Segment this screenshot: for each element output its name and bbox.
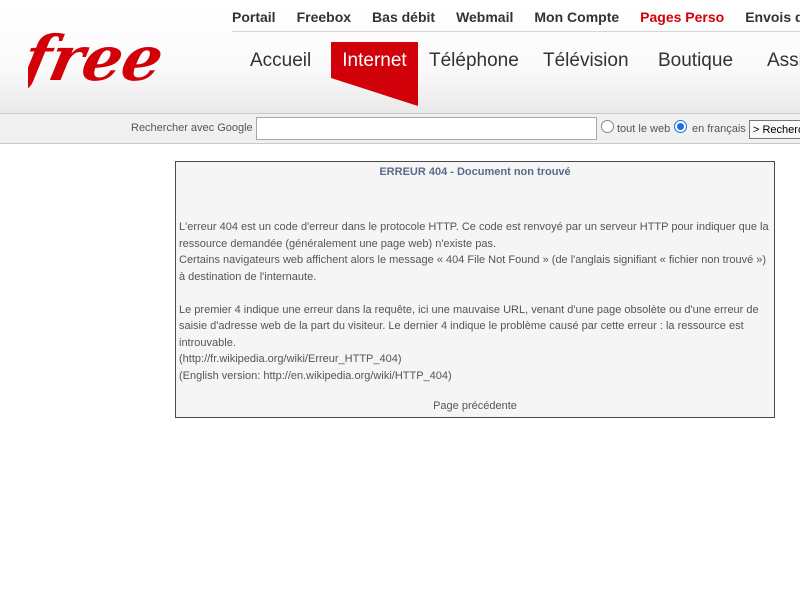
mainnav-internet[interactable]: Internet (331, 50, 418, 72)
error-title: ERREUR 404 - Document non trouvé (379, 166, 571, 178)
mainnav-assistance[interactable]: Assi (767, 50, 800, 72)
topnav-portail[interactable]: Portail (232, 9, 276, 25)
wikipedia-link-fr: (http://fr.wikipedia.org/wiki/Erreur_HTT… (179, 353, 402, 365)
wikipedia-link-en: (English version: http://en.wikipedia.or… (179, 369, 452, 382)
error-paragraph-explanation: Le premier 4 indique une erreur dans la … (179, 303, 759, 349)
mainnav-accueil[interactable]: Accueil (250, 50, 311, 72)
mainnav-boutique[interactable]: Boutique (658, 50, 733, 72)
logo-wordmark: free (28, 22, 170, 95)
radio-tout-le-web[interactable] (601, 120, 614, 133)
free-logo[interactable]: free (13, 22, 200, 100)
site-header: free Portail Freebox Bas débit Webmail Mon C… (0, 0, 800, 113)
search-button[interactable]: > Recherc (749, 120, 800, 139)
topnav-webmail[interactable]: Webmail (456, 9, 513, 25)
header-divider (232, 31, 800, 32)
error-box: ERREUR 404 - Document non trouvé L'erreu… (175, 161, 775, 418)
error-paragraph-definition: L'erreur 404 est un code d'erreur dans l… (179, 221, 769, 250)
topnav-bas-debit[interactable]: Bas débit (372, 9, 435, 25)
topnav-mon-compte[interactable]: Mon Compte (534, 9, 619, 25)
error-text: L'erreur 404 est un code d'erreur dans l… (179, 219, 773, 384)
google-search-bar: Rechercher avec Google tout le web en fr… (0, 113, 800, 144)
search-input[interactable] (256, 117, 597, 140)
radio-en-francais-label: en français (692, 123, 746, 135)
top-navigation: Portail Freebox Bas débit Webmail Mon Compte… (232, 9, 800, 27)
radio-en-francais[interactable] (674, 120, 687, 133)
error-paragraph-browsers: Certains navigateurs web affichent alors… (179, 254, 767, 283)
topnav-pages-perso[interactable]: Pages Perso (640, 9, 724, 25)
mainnav-television[interactable]: Télévision (543, 50, 629, 72)
search-label: Rechercher avec Google (131, 122, 253, 134)
previous-page-link[interactable]: Page précédente (176, 400, 774, 412)
topnav-freebox[interactable]: Freebox (297, 9, 351, 25)
mainnav-telephone[interactable]: Téléphone (429, 50, 519, 72)
topnav-envois[interactable]: Envois de g (745, 9, 800, 25)
radio-tout-le-web-label: tout le web (617, 123, 671, 135)
